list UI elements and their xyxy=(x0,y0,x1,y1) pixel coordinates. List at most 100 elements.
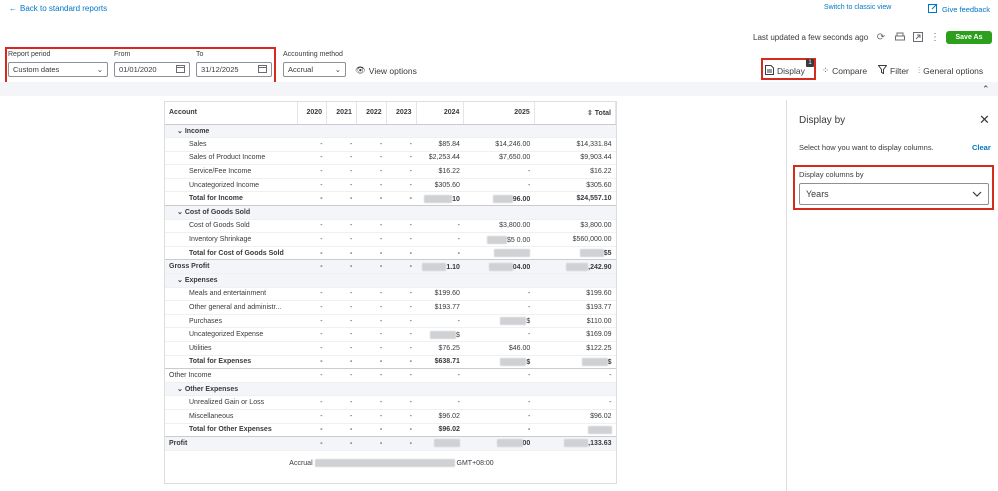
report-period-select[interactable]: Custom dates ⌄ xyxy=(8,62,108,77)
value-cell[interactable]: $3,800.00 xyxy=(463,219,535,234)
refresh-icon[interactable]: ⟳ xyxy=(875,32,887,44)
value-cell[interactable]: $199.60 xyxy=(534,287,616,302)
value-cell[interactable]: $ xyxy=(416,327,464,342)
section-label: Other Expenses xyxy=(184,386,239,394)
account-cell[interactable]: Miscellaneous xyxy=(165,409,298,424)
back-label: Back to standard reports xyxy=(20,4,108,13)
filter-button[interactable]: Filter xyxy=(877,65,909,76)
value-cell[interactable]: $193.77 xyxy=(416,300,464,315)
value-cell[interactable]: $5 0.00 xyxy=(463,232,535,247)
account-cell[interactable]: Uncategorized Expense xyxy=(165,327,298,342)
switch-classic-view-link[interactable]: Switch to classic view xyxy=(824,4,891,11)
column-header-2020[interactable]: 2020 xyxy=(297,102,328,125)
value-cell[interactable]: $85.84 xyxy=(416,137,464,152)
column-header-2025[interactable]: 2025 xyxy=(463,102,535,125)
to-date-input[interactable]: 31/12/2025 xyxy=(196,62,272,77)
value-cell[interactable]: $560,000.00 xyxy=(534,232,616,247)
calendar-icon[interactable] xyxy=(258,64,267,75)
value-cell[interactable]: $16.22 xyxy=(534,164,616,179)
value-cell[interactable]: $16.22 xyxy=(416,164,464,179)
from-date-input[interactable]: 01/01/2020 xyxy=(114,62,190,77)
clear-link[interactable]: Clear xyxy=(972,143,991,152)
account-cell[interactable]: Sales xyxy=(165,137,298,152)
account-cell[interactable]: Utilities xyxy=(165,341,298,356)
account-cell[interactable]: Cost of Goods Sold xyxy=(165,219,298,234)
column-header-total[interactable]: ⇕ Total xyxy=(534,102,617,125)
close-icon[interactable]: ✕ xyxy=(979,112,990,128)
back-to-reports-link[interactable]: ← Back to standard reports xyxy=(9,4,107,13)
value-cell[interactable]: ,133.63 xyxy=(534,436,616,451)
account-cell[interactable]: Service/Fee Income xyxy=(165,164,298,179)
value-cell[interactable]: $9,903.44 xyxy=(534,151,616,166)
value-cell[interactable]: $305.60 xyxy=(416,178,464,193)
account-cell[interactable]: Meals and entertainment xyxy=(165,287,298,302)
value-cell[interactable]: $96.02 xyxy=(416,409,464,424)
value-cell: - xyxy=(297,164,327,179)
calendar-icon[interactable] xyxy=(176,64,185,75)
value-cell[interactable]: 96.00 xyxy=(463,191,535,207)
view-options-button[interactable]: 👁 View options xyxy=(355,65,417,76)
column-header-2023[interactable]: 2023 xyxy=(386,102,417,125)
print-icon[interactable] xyxy=(894,32,906,44)
sort-icon[interactable]: ⇕ xyxy=(587,110,595,117)
value-cell[interactable]: $2,253.44 xyxy=(416,151,464,166)
collapse-chevron-icon[interactable]: ⌃ xyxy=(982,84,990,95)
display-columns-select[interactable]: Years xyxy=(799,183,989,205)
collapse-section-icon[interactable]: ⌄ xyxy=(177,386,185,393)
more-options-icon[interactable]: ⋮ xyxy=(929,32,941,44)
value-cell[interactable]: $24,557.10 xyxy=(534,191,616,207)
value-cell: - xyxy=(297,178,327,193)
value-cell[interactable]: $5 xyxy=(534,246,616,261)
value-cell[interactable]: $193.77 xyxy=(534,300,616,315)
value-cell[interactable]: 04.00 xyxy=(463,259,535,275)
account-cell[interactable]: Uncategorized Income xyxy=(165,178,298,193)
column-header-account[interactable]: Account xyxy=(165,102,299,125)
account-cell[interactable]: Sales of Product Income xyxy=(165,151,298,166)
table-row: Other general and administr... - - - - $193.7… xyxy=(165,300,616,315)
value-cell[interactable]: 1.10 xyxy=(416,259,464,275)
value-cell[interactable]: $638.71 xyxy=(416,355,464,370)
value-cell[interactable]: 10 xyxy=(416,191,464,207)
account-cell[interactable]: Purchases xyxy=(165,314,298,329)
value-cell[interactable]: $14,331.84 xyxy=(534,137,616,152)
value-cell[interactable]: $ xyxy=(463,314,535,329)
value-cell[interactable]: $110.00 xyxy=(534,314,616,329)
display-button[interactable]: Display xyxy=(765,65,805,77)
redacted-value xyxy=(581,357,608,366)
value-cell[interactable]: $96.02 xyxy=(534,409,616,424)
value-cell: - xyxy=(326,259,357,275)
value-cell[interactable]: $305.60 xyxy=(534,178,616,193)
value-cell[interactable]: 00 xyxy=(463,436,535,451)
export-icon[interactable] xyxy=(912,32,924,44)
account-cell: Profit xyxy=(165,436,298,451)
accounting-method-select[interactable]: Accrual ⌄ xyxy=(283,62,346,77)
value-cell[interactable]: $96.02 xyxy=(416,423,464,438)
account-cell[interactable]: Unrealized Gain or Loss xyxy=(165,395,298,410)
value-cell[interactable]: $122.25 xyxy=(534,341,616,356)
value-cell[interactable]: $199.60 xyxy=(416,287,464,302)
value-cell[interactable]: $14,246.00 xyxy=(463,137,535,152)
account-cell[interactable]: Inventory Shrinkage xyxy=(165,232,298,247)
value-cell[interactable]: $3,800.00 xyxy=(534,219,616,234)
value-cell[interactable]: $169.09 xyxy=(534,327,616,342)
value-cell[interactable]: $46.00 xyxy=(463,341,535,356)
collapse-section-icon[interactable]: ⌄ xyxy=(177,277,185,284)
value-cell[interactable]: ,242.90 xyxy=(534,259,616,275)
compare-button[interactable]: ⁘ Compare xyxy=(822,65,867,76)
column-header-2024[interactable]: 2024 xyxy=(416,102,465,125)
collapse-section-icon[interactable]: ⌄ xyxy=(177,209,185,216)
account-cell[interactable]: Other Income xyxy=(165,368,298,383)
value-cell[interactable]: $ xyxy=(534,355,616,370)
collapse-section-icon[interactable]: ⌄ xyxy=(177,128,185,135)
value-cell[interactable]: $7,650.00 xyxy=(463,151,535,166)
column-header-2021[interactable]: 2021 xyxy=(326,102,357,125)
section-label: Income xyxy=(184,127,210,135)
general-options-button[interactable]: ⫶ General options xyxy=(918,65,983,76)
value-cell[interactable]: $76.25 xyxy=(416,341,464,356)
value-cell[interactable]: $ xyxy=(463,355,535,370)
value-cell: - xyxy=(463,164,535,179)
give-feedback-link[interactable]: Give feedback xyxy=(928,3,990,15)
account-cell[interactable]: Other general and administr... xyxy=(165,300,298,315)
column-header-2022[interactable]: 2022 xyxy=(356,102,387,125)
save-as-button[interactable]: Save As xyxy=(946,31,992,44)
